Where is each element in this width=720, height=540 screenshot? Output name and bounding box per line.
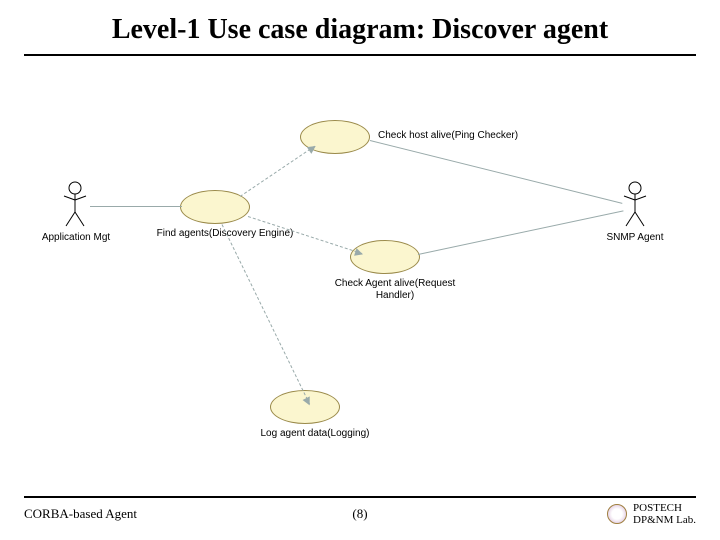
actor-snmp-agent [620, 180, 650, 230]
footer-page-number: (8) [352, 506, 367, 522]
usecase-request-handler-label: Check Agent alive(Request Handler) [330, 278, 460, 302]
page-title: Level-1 Use case diagram: Discover agent [0, 14, 720, 46]
association-ping-snmp [370, 140, 623, 204]
postech-logo-icon [607, 504, 627, 524]
footer-lab-line2: DP&NM Lab. [633, 514, 696, 526]
footer: CORBA-based Agent (8) POSTECH DP&NM Lab. [24, 502, 696, 526]
footer-lab-line1: POSTECH [633, 502, 696, 514]
stick-figure-icon [60, 180, 90, 230]
footer-left: CORBA-based Agent [24, 506, 137, 522]
title-rule [24, 54, 696, 56]
usecase-ping-checker-label: Check host alive(Ping Checker) [378, 130, 538, 142]
include-discovery-logging [222, 224, 311, 404]
association-appmgt-discovery [90, 206, 182, 207]
footer-lab: POSTECH DP&NM Lab. [633, 502, 696, 526]
actor-application-mgt [60, 180, 90, 230]
usecase-logging-label: Log agent data(Logging) [250, 428, 380, 440]
actor-application-mgt-label: Application Mgt [36, 232, 116, 243]
actor-snmp-agent-label: SNMP Agent [600, 232, 670, 243]
footer-right: POSTECH DP&NM Lab. [607, 502, 696, 526]
include-discovery-ping [240, 146, 315, 197]
stick-figure-icon [620, 180, 650, 230]
footer-rule [24, 496, 696, 498]
association-request-snmp [418, 210, 624, 255]
use-case-diagram: Application Mgt SNMP Agent Check host al… [0, 70, 720, 470]
